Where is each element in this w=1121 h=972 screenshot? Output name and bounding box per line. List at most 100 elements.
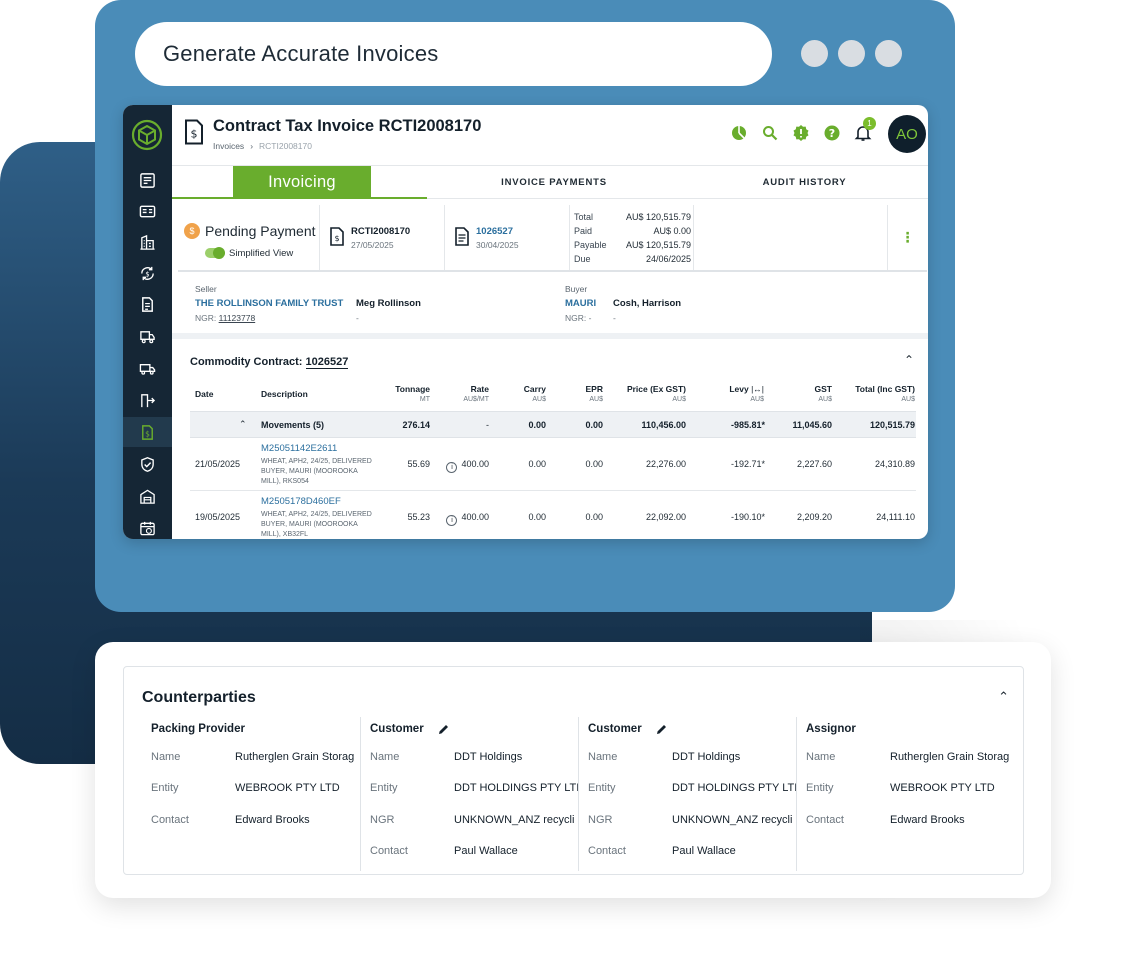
movement-id-link[interactable]: M2505178D460EF — [261, 496, 341, 507]
sidebar-item-movements[interactable] — [123, 353, 172, 383]
window-dots — [801, 40, 902, 67]
col-tonnage: Tonnage MT — [395, 384, 430, 403]
pie-chart-icon[interactable] — [730, 124, 748, 142]
sidebar-item-compliance[interactable] — [123, 449, 172, 479]
movements-group-row[interactable]: ⌃ Movements (5) 276.14 - 0.00 0.00 110,4… — [190, 411, 916, 438]
sidebar-item-farms[interactable] — [123, 227, 172, 257]
total-label: Total — [574, 212, 594, 222]
group-chevron-icon[interactable]: ⌃ — [239, 419, 247, 430]
tab-invoice-payments[interactable]: INVOICE PAYMENTS — [427, 166, 681, 199]
movement-description: WHEAT, APH2, 24/25, DELIVERED BUYER, MAU… — [261, 458, 372, 485]
movement-description: WHEAT, APH2, 24/25, DELIVERED BUYER, MAU… — [261, 511, 372, 538]
col-epr-unit: AU$ — [589, 396, 603, 403]
total-value: AU$ 120,515.79 — [625, 212, 691, 222]
status-badge: Pending Payment — [205, 223, 316, 239]
movement-id-link[interactable]: M25051142E2611 — [261, 443, 337, 454]
field-value: Rutherglen Grain Storag — [235, 751, 355, 763]
sidebar-item-sites[interactable] — [123, 481, 172, 511]
row-tonnage: 55.23 — [407, 512, 430, 522]
commodity-contract-label: Commodity Contract: — [190, 356, 303, 368]
col-price-label: Price (Ex GST) — [626, 384, 686, 394]
sidebar-item-slots[interactable] — [123, 513, 172, 539]
sidebar-item-tasks[interactable] — [123, 165, 172, 195]
col-gst-unit: AU$ — [818, 396, 832, 403]
col-rate: Rate AU$/MT — [463, 384, 489, 403]
tab-invoicing[interactable]: Invoicing — [233, 166, 371, 199]
seller-ngr-value[interactable]: 11123778 — [219, 313, 256, 323]
simplified-view-toggle[interactable] — [205, 247, 225, 259]
logo-icon[interactable] — [131, 119, 163, 151]
row-tonnage: 55.69 — [407, 459, 430, 469]
expand-columns-icon[interactable]: |↔| — [751, 384, 764, 394]
buyer-contact-sub: - — [613, 313, 616, 323]
pending-status-icon: $ — [184, 223, 200, 239]
avatar[interactable]: AO — [888, 115, 926, 153]
alert-badge-icon[interactable] — [792, 124, 810, 142]
contract-ref-cell: 1026527 30/04/2025 — [445, 205, 570, 270]
page-title: Contract Tax Invoice RCTI2008170 — [213, 117, 482, 135]
invoice-dollar-icon: $ — [142, 424, 153, 440]
row-price: 22,276.00 — [645, 459, 686, 469]
help-icon[interactable]: ? — [823, 124, 841, 142]
more-options-icon[interactable]: ⋮ — [887, 205, 927, 270]
buyer-company-link[interactable]: MAURI — [565, 298, 596, 309]
tab-audit-history[interactable]: AUDIT HISTORY — [681, 166, 928, 199]
seller-label: Seller — [195, 284, 217, 294]
movements-total: 120,515.79 — [869, 420, 915, 430]
commodity-contract-number[interactable]: 1026527 — [305, 356, 349, 369]
info-icon[interactable]: i — [446, 462, 458, 473]
edit-icon[interactable] — [655, 723, 668, 736]
row-price: 22,092.00 — [645, 512, 686, 522]
seller-company-link[interactable]: THE ROLLINSON FAMILY TRUST — [195, 298, 343, 309]
field-value: WEBROOK PTY LTD — [235, 782, 340, 794]
sidebar-item-invoices[interactable]: $ — [123, 417, 172, 447]
field-value: Edward Brooks — [890, 814, 965, 826]
row-levy: -190.10* — [730, 512, 765, 522]
page-header: $ Contract Tax Invoice RCTI2008170 Invoi… — [172, 105, 928, 165]
field-label: Entity — [370, 782, 398, 794]
id-card-icon — [139, 205, 156, 217]
status-cell: $ Pending Payment Simplified View — [178, 205, 320, 270]
edit-icon[interactable] — [437, 723, 450, 736]
counterparties-panel: Counterparties ⌃ Packing Provider Name R… — [123, 666, 1024, 875]
checklist-icon — [140, 172, 155, 188]
invoice-summary: $ Pending Payment Simplified View $ RCTI… — [178, 205, 927, 272]
counterparty-heading: Assignor — [806, 723, 856, 735]
sidebar-item-stocks[interactable] — [123, 385, 172, 415]
row-date: 21/05/2025 — [195, 459, 241, 469]
collapse-chevron-icon[interactable]: ⌃ — [904, 353, 914, 367]
buyer-label: Buyer — [565, 284, 588, 294]
field-label: Name — [370, 751, 400, 763]
col-total: Total (Inc GST) AU$ — [855, 384, 915, 403]
sidebar-item-freight[interactable] — [123, 321, 172, 351]
info-icon[interactable]: i — [446, 515, 458, 526]
row-rate-value: 400.00 — [461, 512, 489, 522]
search-icon[interactable] — [761, 124, 779, 142]
seller-ngr: NGR: 11123778 — [195, 313, 255, 323]
tab-active-indicator — [172, 197, 427, 199]
table-row[interactable]: 21/05/2025 M25051142E2611 WHEAT, APH2, 2… — [190, 438, 916, 491]
totals-list: Total AU$ 120,515.79 Paid AU$ 0.00 Payable… — [574, 210, 691, 266]
sidebar-item-contracts[interactable] — [123, 289, 172, 319]
table-row[interactable]: 19/05/2025 M2505178D460EF WHEAT, APH2, 2… — [190, 491, 916, 539]
row-total: 24,310.89 — [874, 459, 915, 469]
buyer-contact: Cosh, Harrison — [613, 298, 682, 309]
field-value: DDT HOLDINGS PTY LTI — [454, 782, 578, 794]
row-rate: i 400.00 — [446, 512, 489, 526]
shield-check-icon — [141, 456, 154, 472]
breadcrumb-invoices[interactable]: Invoices — [213, 141, 244, 151]
paid-label: Paid — [574, 226, 593, 236]
col-price: Price (Ex GST) AU$ — [627, 384, 686, 403]
transfer-icon — [141, 393, 156, 407]
sidebar-item-companies[interactable] — [123, 196, 172, 226]
notifications[interactable]: 1 — [854, 117, 876, 142]
counterparty-heading: Customer — [370, 723, 424, 735]
counterparty-packing-provider: Packing Provider Name Rutherglen Grain S… — [142, 717, 360, 871]
breadcrumb: Invoices › RCTI2008170 — [213, 141, 312, 151]
sidebar-item-trades[interactable]: $ — [123, 258, 172, 288]
field-label: Name — [806, 751, 836, 763]
col-total-label: Total (Inc GST) — [855, 384, 915, 394]
invoice-document-icon: $ — [185, 119, 203, 145]
contract-number-link[interactable]: 1026527 — [476, 226, 513, 237]
collapse-chevron-icon[interactable]: ⌃ — [998, 689, 1009, 705]
